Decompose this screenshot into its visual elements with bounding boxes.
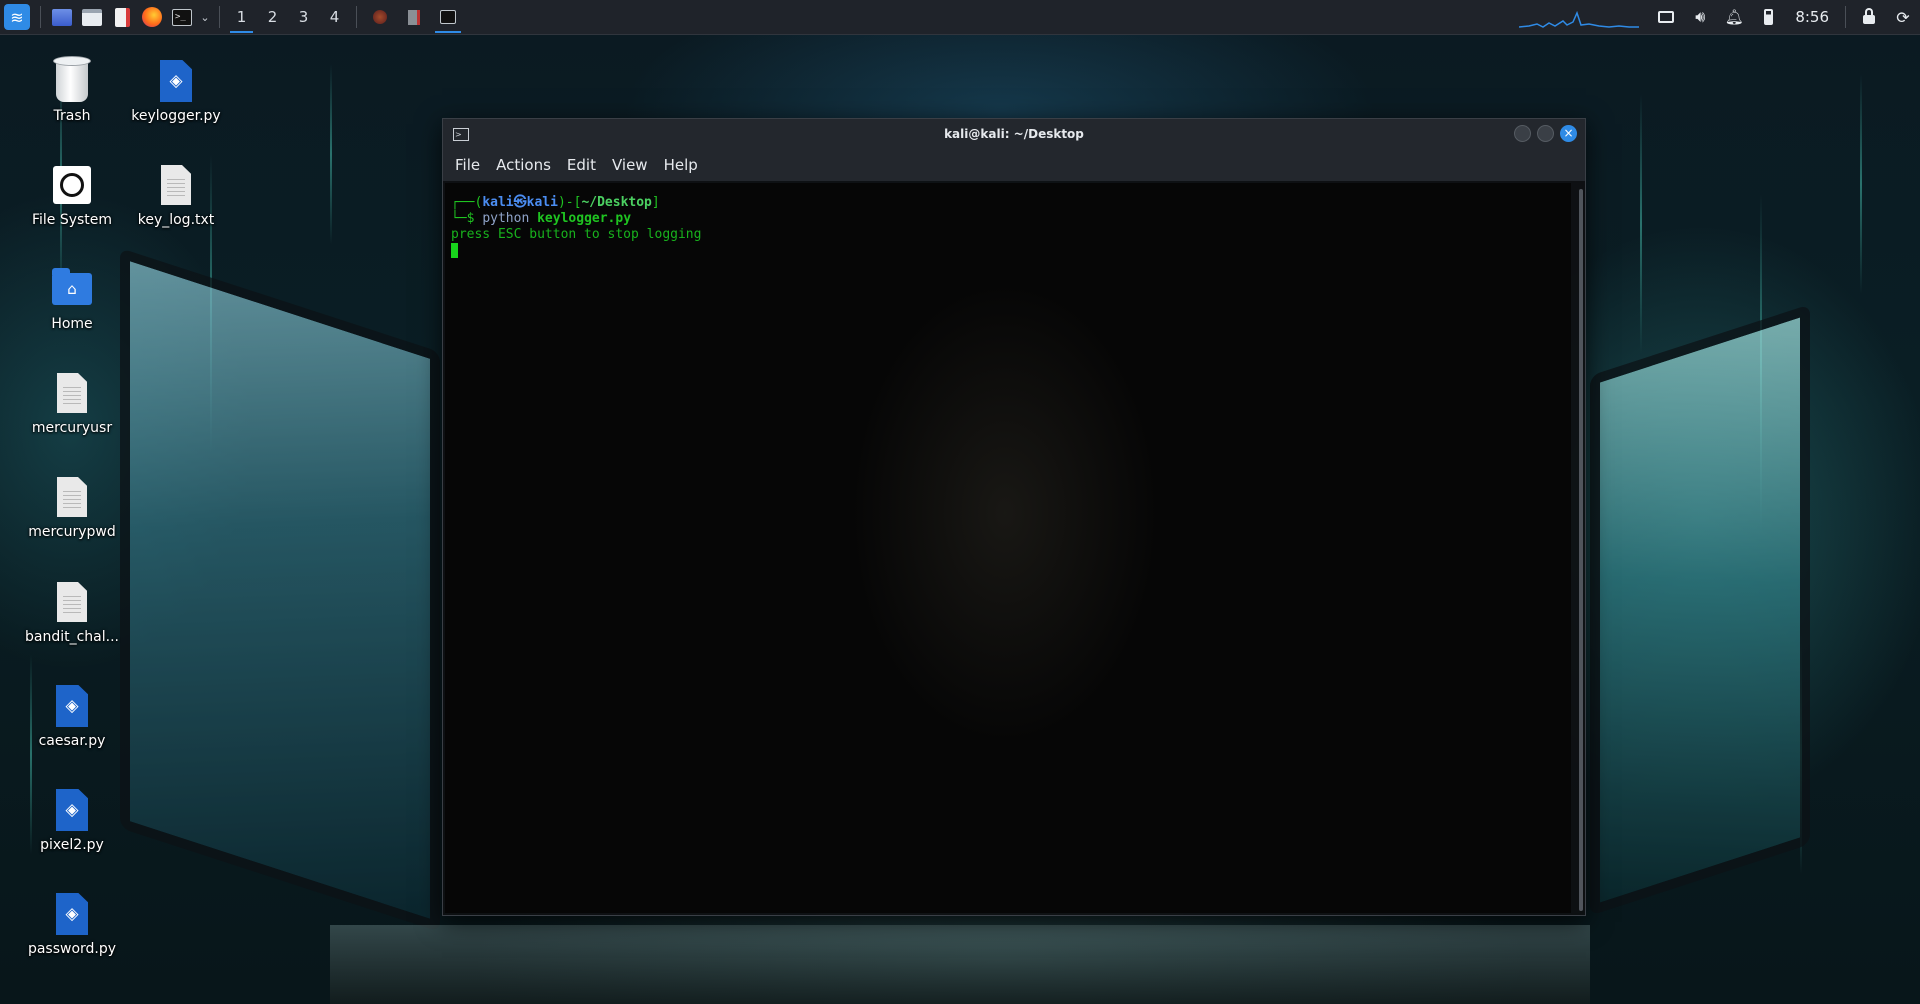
desktop-icon-key-log-txt[interactable]: key_log.txt [121, 162, 231, 228]
trash-icon [53, 56, 91, 102]
text-file-icon [57, 477, 87, 517]
desktop-icon-label: pixel2.py [40, 837, 104, 853]
kali-menu-icon[interactable]: ≋ [0, 0, 34, 34]
python-file-icon: ◈ [160, 60, 192, 102]
kali-dragon-icon: ≋ [4, 4, 30, 30]
desktop-icon-bandit-chal[interactable]: bandit_chal... [17, 579, 127, 645]
prompt-close: ] [651, 195, 660, 210]
terminal-window[interactable]: > kali@kali: ~/Desktop × File Actions Ed… [442, 118, 1586, 916]
maximize-button[interactable] [1537, 125, 1554, 142]
minimize-button[interactable] [1514, 125, 1531, 142]
text-file-icon [57, 582, 87, 622]
prompt-user: kali [482, 195, 514, 210]
prompt-path: ~/Desktop [581, 195, 652, 210]
python-file-icon: ◈ [56, 685, 88, 727]
taskbar: ≋ >_ ⌄ 1 2 3 4 🔊︎ 🔔︎ 8:56 ⟳ [0, 0, 1920, 35]
text-cursor [451, 243, 458, 258]
system-tray: 🔊︎ 🔔︎ 8:56 ⟳ [1519, 0, 1920, 34]
desktop-icon-label: Trash [53, 108, 91, 124]
desktop-icon-password-py[interactable]: ◈ password.py [17, 891, 127, 957]
task-text-editor-button[interactable] [397, 0, 431, 34]
home-folder-icon: ⌂ [52, 268, 92, 305]
terminal-icon[interactable]: >_ [167, 0, 197, 34]
power-icon[interactable]: ⟳ [1886, 0, 1920, 34]
show-desktop-icon[interactable] [47, 0, 77, 34]
prompt-at: ㉿ [513, 195, 527, 210]
python-file-icon: ◈ [56, 893, 88, 935]
taskbar-separator [1845, 6, 1846, 28]
window-titlebar[interactable]: > kali@kali: ~/Desktop × [443, 119, 1585, 149]
taskbar-separator [40, 6, 41, 28]
desktop-icon-label: mercuryusr [31, 420, 113, 436]
task-terminal-button[interactable] [431, 0, 465, 34]
desktop-icon-mercurypwd[interactable]: mercurypwd [17, 474, 127, 540]
desktop-icon-label: mercurypwd [28, 524, 116, 540]
volume-icon[interactable]: 🔊︎ [1683, 0, 1717, 34]
desktop-icon-caesar-py[interactable]: ◈ caesar.py [17, 683, 127, 749]
text-file-icon [57, 373, 87, 413]
menu-view[interactable]: View [612, 156, 648, 174]
menu-help[interactable]: Help [664, 156, 698, 174]
wallpaper-monitor-left [120, 248, 440, 932]
clock[interactable]: 8:56 [1785, 8, 1839, 26]
desktop-icon-label: password.py [27, 941, 117, 957]
desktop-icon-home[interactable]: ⌂ Home [17, 266, 127, 332]
text-editor-icon [408, 9, 420, 25]
command-argument: keylogger.py [537, 211, 632, 226]
close-button[interactable]: × [1560, 125, 1577, 142]
prompt-mid: )-[ [557, 195, 582, 210]
desktop-icon-keylogger-py[interactable]: ◈ keylogger.py [121, 58, 231, 124]
battery-icon[interactable] [1751, 0, 1785, 34]
wallpaper-keyboard [330, 925, 1590, 1004]
desktop-icon-label: keylogger.py [131, 108, 221, 124]
task-firefox-button[interactable] [363, 0, 397, 34]
desktop-icon-label: File System [31, 212, 113, 228]
window-menubar: File Actions Edit View Help [443, 149, 1585, 181]
prompt-line-1: ┌──(kali㉿kali)-[~/Desktop] [451, 195, 1565, 211]
prompt-open: ┌──( [451, 195, 483, 210]
workspace-3-button[interactable]: 3 [288, 0, 319, 34]
chevron-down-icon[interactable]: ⌄ [197, 0, 213, 34]
prompt-dollar: └─$ [451, 211, 483, 226]
desktop-icon-pixel2-py[interactable]: ◈ pixel2.py [17, 787, 127, 853]
wallpaper-monitor-right [1590, 304, 1810, 916]
workspace-4-button[interactable]: 4 [319, 0, 350, 34]
menu-file[interactable]: File [455, 156, 480, 174]
file-manager-icon[interactable] [77, 0, 107, 34]
firefox-icon[interactable] [137, 0, 167, 34]
cpu-graph-icon [1519, 10, 1640, 28]
firefox-icon [373, 10, 387, 24]
text-editor-icon[interactable] [107, 0, 137, 34]
desktop-icon-mercuryusr[interactable]: mercuryusr [17, 370, 127, 436]
notification-bell-icon[interactable]: 🔔︎ [1717, 0, 1751, 34]
command-text: python [482, 211, 530, 226]
window-controls: × [1514, 125, 1577, 142]
prompt-host: kali [526, 195, 558, 210]
desktop-icon-file-system[interactable]: File System [17, 162, 127, 228]
text-file-icon [161, 165, 191, 205]
desktop-icon-label: caesar.py [38, 733, 106, 749]
menu-edit[interactable]: Edit [567, 156, 596, 174]
prompt-line-2: └─$ python keylogger.py [451, 211, 1565, 227]
taskbar-separator [219, 6, 220, 28]
window-title: kali@kali: ~/Desktop [944, 127, 1084, 141]
lock-icon[interactable] [1852, 0, 1886, 34]
terminal-icon [440, 10, 456, 24]
cursor-line [451, 243, 1565, 259]
terminal-output[interactable]: ┌──(kali㉿kali)-[~/Desktop] └─$ python ke… [445, 183, 1571, 913]
taskbar-separator [356, 6, 357, 28]
workspace-1-button[interactable]: 1 [226, 0, 257, 34]
python-file-icon: ◈ [56, 789, 88, 831]
workspace-2-button[interactable]: 2 [257, 0, 288, 34]
desktop-icon-label: key_log.txt [137, 212, 215, 228]
desktop-icon-label: Home [51, 316, 93, 332]
screen-icon[interactable] [1649, 0, 1683, 34]
terminal-scrollbar[interactable] [1579, 189, 1583, 911]
menu-actions[interactable]: Actions [496, 156, 551, 174]
desktop-icon-label: bandit_chal... [25, 629, 119, 645]
output-line: press ESC button to stop logging [451, 227, 702, 242]
drive-icon [53, 166, 91, 204]
desktop-icon-trash[interactable]: Trash [17, 56, 127, 124]
